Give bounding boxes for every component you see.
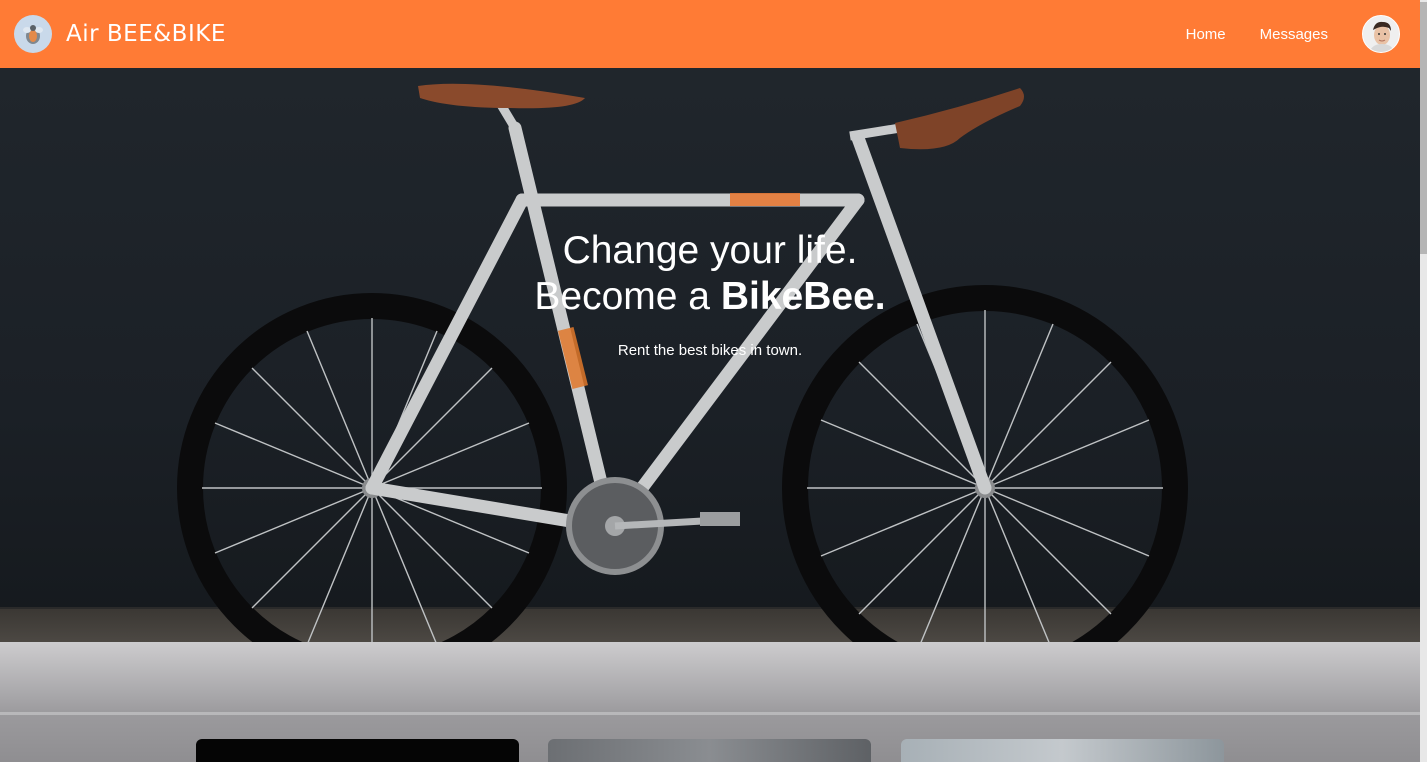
user-avatar[interactable]	[1362, 15, 1400, 53]
nav-links: Home Messages	[1186, 15, 1400, 53]
hero-subtitle: Rent the best bikes in town.	[617, 342, 803, 359]
section-divider	[0, 712, 1420, 715]
headline-line-2-bold: BikeBee.	[720, 275, 886, 318]
bee-logo-icon	[14, 15, 52, 53]
bike-card-2[interactable]	[548, 739, 871, 762]
nav-messages-link[interactable]: Messages	[1260, 26, 1328, 43]
headline-line-1: Change your life.	[562, 229, 858, 272]
hero-text: Change your life. Become a BikeBee. Rent…	[0, 228, 1420, 359]
nav-home-link[interactable]: Home	[1186, 26, 1226, 43]
brand-name: Air BEE&BIKE	[66, 21, 226, 47]
bike-card-1[interactable]	[196, 739, 519, 762]
page-scrollbar[interactable]	[1420, 0, 1427, 762]
brand[interactable]: Air BEE&BIKE	[14, 15, 226, 53]
listings-section	[0, 642, 1420, 762]
top-navbar: Air BEE&BIKE Home Messages	[0, 0, 1420, 68]
bike-card-3[interactable]	[901, 739, 1224, 762]
hero-banner: Change your life. Become a BikeBee. Rent…	[0, 68, 1420, 642]
hero-headline: Change your life. Become a BikeBee.	[0, 228, 1420, 320]
scrollbar-thumb[interactable]	[1420, 2, 1427, 254]
headline-line-2-prefix: Become a	[534, 275, 721, 318]
